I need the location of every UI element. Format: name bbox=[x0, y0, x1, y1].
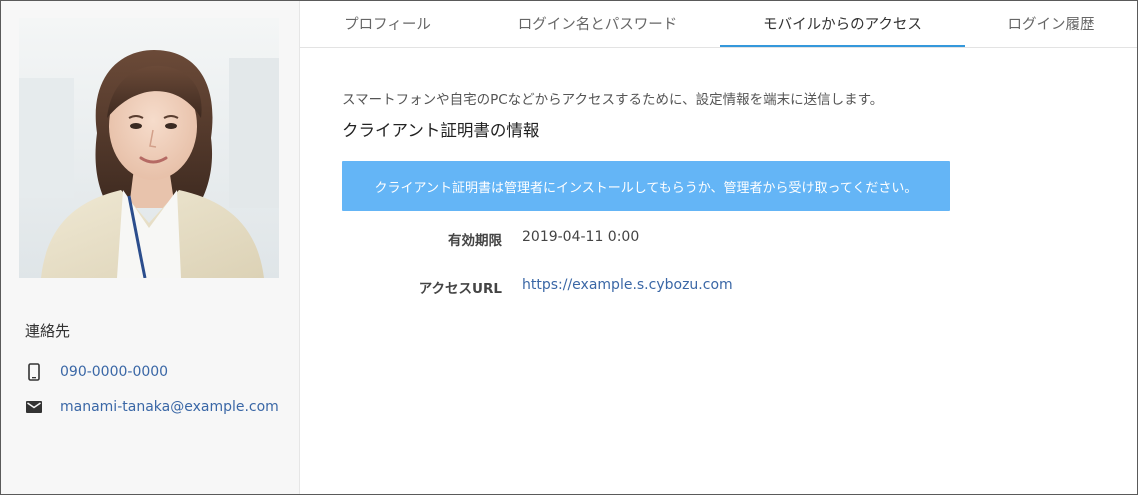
mobile-access-description: スマートフォンや自宅のPCなどからアクセスするために、設定情報を端末に送信します… bbox=[342, 92, 884, 108]
app-frame: 連絡先 090-0000-0000 manami-tanaka@example.… bbox=[0, 0, 1138, 495]
tab-login-history[interactable]: ログイン履歴 bbox=[965, 1, 1137, 46]
profile-photo bbox=[19, 18, 279, 278]
phone-link[interactable]: 090-0000-0000 bbox=[60, 364, 168, 380]
email-link[interactable]: manami-tanaka@example.com bbox=[60, 399, 279, 415]
tab-profile[interactable]: プロフィール bbox=[300, 1, 475, 46]
profile-sidebar: 連絡先 090-0000-0000 manami-tanaka@example.… bbox=[1, 1, 300, 494]
profile-tabs: プロフィール ログイン名とパスワード モバイルからのアクセス ログイン履歴 bbox=[300, 1, 1137, 48]
tab-mobile-access[interactable]: モバイルからのアクセス bbox=[720, 1, 965, 47]
mail-icon bbox=[25, 398, 43, 416]
expiry-value: 2019-04-11 0:00 bbox=[522, 229, 640, 245]
access-url-link[interactable]: https://example.s.cybozu.com bbox=[522, 277, 733, 293]
access-url-label: アクセスURL bbox=[418, 281, 502, 297]
smartphone-icon bbox=[25, 363, 43, 381]
certificate-notice: クライアント証明書は管理者にインストールしてもらうか、管理者から受け取ってくださ… bbox=[342, 161, 950, 211]
contact-phone-row: 090-0000-0000 bbox=[25, 362, 168, 382]
contact-email-row: manami-tanaka@example.com bbox=[25, 397, 279, 417]
expiry-label: 有効期限 bbox=[448, 233, 502, 249]
contact-heading: 連絡先 bbox=[25, 322, 71, 340]
tab-login-password[interactable]: ログイン名とパスワード bbox=[475, 1, 720, 46]
section-title: クライアント証明書の情報 bbox=[342, 121, 540, 140]
